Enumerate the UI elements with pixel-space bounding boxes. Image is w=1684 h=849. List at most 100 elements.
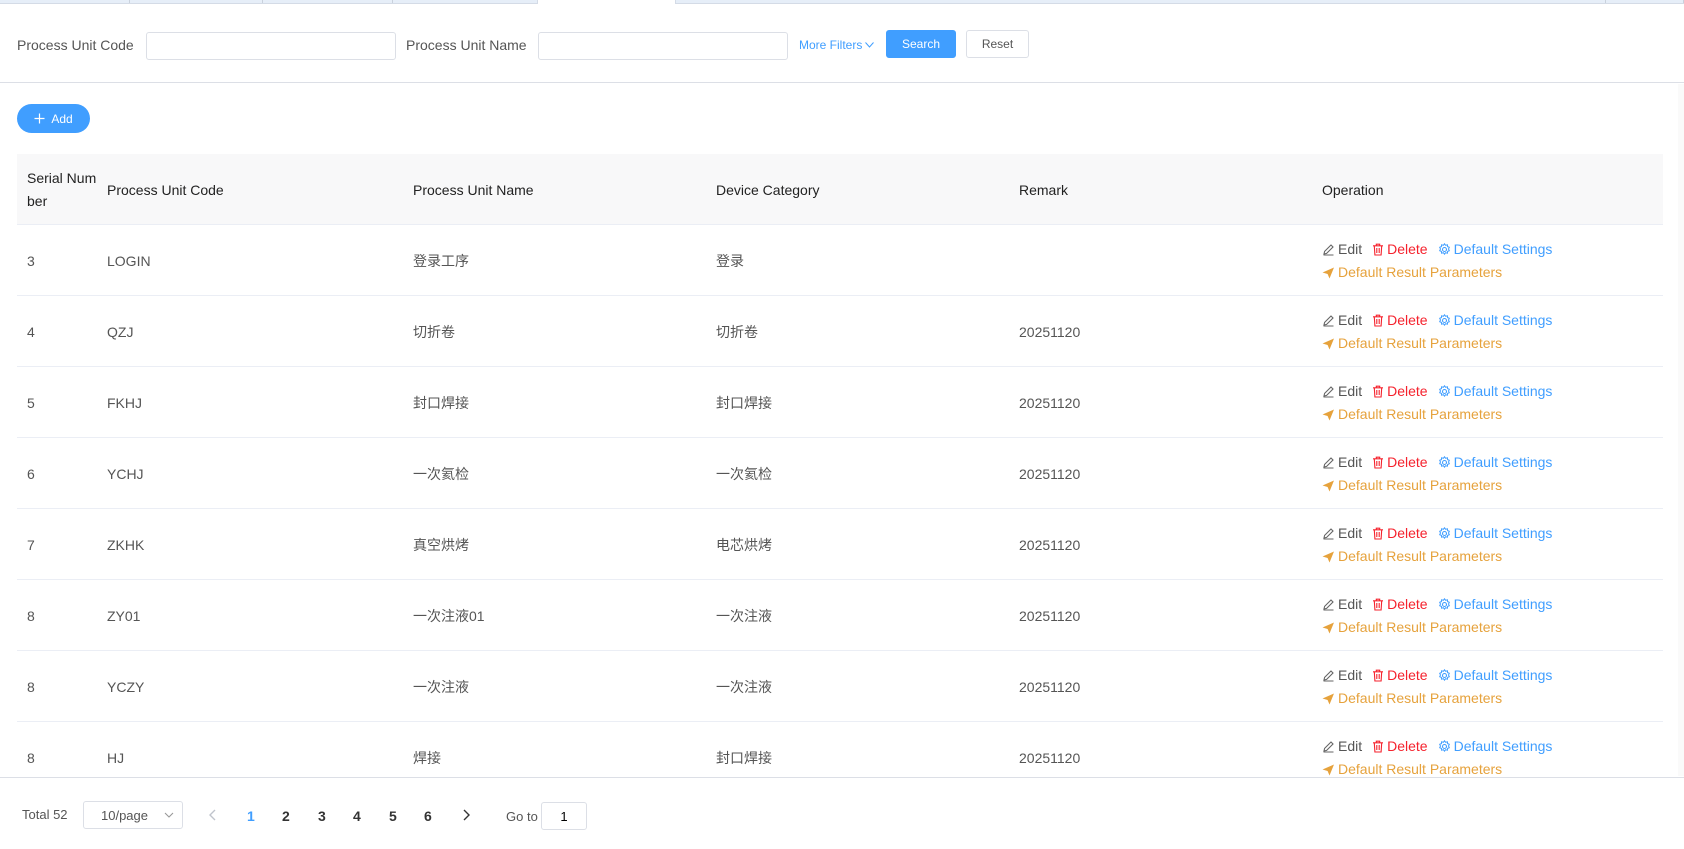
default-result-parameters-link[interactable]: Default Result Parameters [1322, 403, 1502, 426]
default-settings-link[interactable]: Default Settings [1438, 593, 1553, 616]
table-row: 8 YCZY 一次注液 一次注液 20251120 Edit Delete De… [17, 651, 1663, 722]
default-result-parameters-link[interactable]: Default Result Parameters [1322, 261, 1502, 284]
cell-serial-number: 4 [27, 323, 35, 340]
edit-link[interactable]: Edit [1322, 522, 1362, 545]
filter-bar: Process Unit Code Process Unit Name More… [0, 4, 1684, 83]
table-row: 3 LOGIN 登录工序 登录 Edit Delete Default Sett… [17, 225, 1663, 296]
page-1[interactable]: 1 [247, 808, 255, 824]
edit-link[interactable]: Edit [1322, 309, 1362, 332]
cell-device-category: 封口焊接 [716, 394, 772, 411]
header-serial-number: Serial Number [27, 169, 97, 209]
default-settings-label: Default Settings [1453, 525, 1553, 541]
default-settings-link[interactable]: Default Settings [1438, 664, 1552, 687]
delete-label: Delete [1387, 241, 1428, 257]
default-result-parameters-label: Default Result Parameters [1338, 264, 1503, 280]
header-operation: Operation [1322, 181, 1384, 198]
delete-link[interactable]: Delete [1372, 664, 1428, 687]
default-settings-label: Default Settings [1453, 738, 1553, 754]
process-unit-table: Serial Number Process Unit Code Process … [17, 154, 1663, 793]
default-settings-label: Default Settings [1453, 596, 1553, 612]
default-result-parameters-link[interactable]: Default Result Parameters [1322, 687, 1502, 710]
goto-page-input[interactable] [541, 802, 587, 830]
default-settings-link[interactable]: Default Settings [1438, 522, 1553, 545]
cell-process-unit-code: QZJ [107, 323, 134, 340]
cell-process-unit-code: ZY01 [107, 607, 141, 624]
default-settings-link[interactable]: Default Settings [1438, 451, 1552, 474]
next-page-icon[interactable] [463, 809, 471, 821]
send-icon [1322, 267, 1334, 278]
delete-label: Delete [1387, 312, 1428, 328]
cell-device-category: 切折卷 [716, 323, 758, 340]
delete-label: Delete [1387, 525, 1428, 541]
gear-icon [1438, 598, 1450, 611]
default-settings-link[interactable]: Default Settings [1438, 735, 1553, 758]
trash-icon [1373, 385, 1384, 398]
edit-link[interactable]: Edit [1322, 664, 1362, 687]
cell-remark: 20251120 [1019, 394, 1081, 411]
send-icon [1322, 409, 1334, 420]
cell-serial-number: 8 [27, 607, 35, 624]
header-remark: Remark [1019, 181, 1069, 198]
delete-link[interactable]: Delete [1372, 380, 1428, 403]
add-button[interactable]: Add [17, 104, 90, 133]
delete-link[interactable]: Delete [1372, 522, 1428, 545]
page-3[interactable]: 3 [318, 808, 326, 824]
edit-link[interactable]: Edit [1322, 735, 1362, 758]
trash-icon [1373, 740, 1384, 753]
page-5[interactable]: 5 [389, 808, 397, 824]
page-6[interactable]: 6 [424, 808, 432, 824]
default-result-parameters-link[interactable]: Default Result Parameters [1322, 474, 1502, 497]
default-settings-label: Default Settings [1453, 241, 1553, 257]
default-result-parameters-link[interactable]: Default Result Parameters [1322, 545, 1502, 568]
edit-link[interactable]: Edit [1322, 380, 1362, 403]
name-filter-input[interactable] [538, 32, 788, 60]
edit-link[interactable]: Edit [1322, 238, 1362, 261]
add-button-label: Add [51, 111, 73, 126]
cell-device-category: 电芯烘烤 [716, 536, 772, 553]
edit-link[interactable]: Edit [1322, 451, 1362, 474]
send-icon [1322, 480, 1334, 491]
tab-next[interactable] [1605, 0, 1684, 3]
cell-process-unit-name: 封口焊接 [413, 394, 469, 411]
delete-link[interactable]: Delete [1372, 593, 1428, 616]
delete-link[interactable]: Delete [1372, 735, 1428, 758]
cell-process-unit-code: FKHJ [107, 394, 142, 411]
page-2[interactable]: 2 [282, 808, 290, 824]
code-filter-input[interactable] [146, 32, 396, 60]
edit-icon [1323, 315, 1334, 327]
page-size-select[interactable]: 10/page [83, 801, 183, 829]
vertical-scrollbar[interactable] [1678, 84, 1684, 776]
cell-device-category: 登录 [716, 252, 744, 269]
gear-icon [1438, 456, 1450, 469]
default-settings-label: Default Settings [1453, 383, 1553, 399]
prev-page-icon[interactable] [208, 809, 216, 821]
cell-serial-number: 7 [27, 536, 35, 553]
tab-previous-3[interactable] [263, 0, 393, 3]
default-settings-link[interactable]: Default Settings [1438, 309, 1552, 332]
gear-icon [1438, 243, 1450, 256]
gear-icon [1438, 527, 1450, 540]
more-filters-label: More Filters [799, 38, 863, 52]
page-4[interactable]: 4 [353, 808, 361, 824]
edit-label: Edit [1338, 241, 1363, 257]
delete-label: Delete [1387, 738, 1428, 754]
cell-remark: 20251120 [1019, 678, 1081, 695]
default-result-parameters-link[interactable]: Default Result Parameters [1322, 332, 1502, 355]
search-button[interactable]: Search [886, 30, 956, 58]
default-result-parameters-link[interactable]: Default Result Parameters [1322, 616, 1502, 639]
delete-link[interactable]: Delete [1372, 309, 1428, 332]
default-result-parameters-label: Default Result Parameters [1338, 548, 1503, 564]
default-settings-link[interactable]: Default Settings [1438, 238, 1553, 261]
edit-icon [1323, 528, 1334, 540]
more-filters-toggle[interactable]: More Filters [799, 38, 875, 52]
cell-process-unit-name: 一次氦检 [413, 465, 469, 482]
cell-process-unit-code: YCZY [107, 678, 145, 695]
reset-button[interactable]: Reset [966, 30, 1029, 58]
edit-link[interactable]: Edit [1322, 593, 1362, 616]
delete-link[interactable]: Delete [1372, 238, 1428, 261]
delete-link[interactable]: Delete [1372, 451, 1428, 474]
default-settings-link[interactable]: Default Settings [1438, 380, 1553, 403]
default-result-parameters-label: Default Result Parameters [1338, 477, 1503, 493]
tab-previous-1[interactable] [0, 0, 130, 3]
tab-previous-2[interactable] [130, 0, 263, 3]
